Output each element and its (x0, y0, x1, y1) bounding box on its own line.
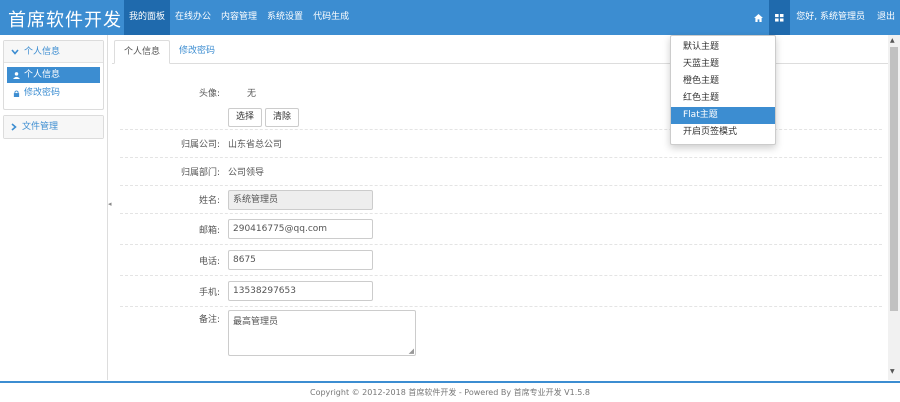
form-row-email: 邮箱: 290416775@qq.com (120, 214, 882, 245)
department-value: 公司领导 (228, 168, 265, 178)
top-right-menu: 您好, 系统管理员 退出 (748, 0, 900, 35)
name-label: 姓名: (198, 196, 220, 206)
sidebar-panel-personal-title: 个人信息 (24, 46, 61, 57)
scrollbar-thumb[interactable] (890, 47, 898, 311)
form-row-name: 姓名: 系统管理员 (120, 186, 882, 214)
phone-label: 电话: (198, 256, 220, 267)
theme-sky-blue[interactable]: 天蓝主题 (671, 56, 775, 73)
department-label: 归属部门: (180, 168, 220, 178)
phone-input[interactable]: 8675 (228, 250, 373, 270)
avatar-value: 无 (247, 89, 257, 99)
grid-icon (775, 13, 784, 22)
sidebar-panel-personal: 个人信息 个人信息 修改密码 (3, 40, 104, 110)
theme-default[interactable]: 默认主题 (671, 39, 775, 56)
company-label: 归属公司: (180, 140, 220, 150)
vertical-scrollbar[interactable]: ▲ ▼ (888, 35, 900, 380)
resize-grip-icon[interactable]: ◢ (409, 347, 414, 355)
sidebar-panel-files: 文件管理 (3, 115, 104, 139)
scroll-up-icon[interactable]: ▲ (890, 37, 895, 44)
scroll-down-icon[interactable]: ▼ (890, 368, 895, 375)
chevron-down-icon (11, 48, 19, 55)
mobile-label: 手机: (198, 287, 220, 298)
theme-switch-button[interactable] (769, 0, 791, 35)
collapse-left-icon[interactable]: ◂ (108, 200, 112, 208)
sidebar-panel-files-header[interactable]: 文件管理 (4, 116, 103, 138)
lock-icon (13, 90, 20, 97)
nav-code-generation[interactable]: 代码生成 (308, 0, 354, 35)
tab-change-password[interactable]: 修改密码 (170, 40, 224, 64)
email-input[interactable]: 290416775@qq.com (228, 219, 373, 239)
theme-orange[interactable]: 橙色主题 (671, 73, 775, 90)
form-row-phone: 电话: 8675 (120, 245, 882, 276)
clear-avatar-button[interactable]: 清除 (265, 108, 300, 127)
remarks-label: 备注: (198, 315, 220, 325)
top-navbar: 首席软件开发 我的面板 在线办公 内容管理 系统设置 代码生成 您好, 系统管理… (0, 0, 900, 35)
top-nav: 我的面板 在线办公 内容管理 系统设置 代码生成 (124, 0, 354, 35)
footer: Copyright © 2012-2018 首席软件开发 - Powered B… (0, 381, 900, 402)
email-label: 邮箱: (198, 225, 220, 236)
tab-personal-info[interactable]: 个人信息 (114, 40, 171, 64)
nav-my-panel[interactable]: 我的面板 (124, 0, 171, 35)
nav-online-office[interactable]: 在线办公 (170, 0, 216, 35)
sidebar-panel-files-title: 文件管理 (22, 122, 59, 132)
chevron-right-icon (11, 123, 17, 131)
main-content: 个人信息 修改密码 头像: 无 选择 清除 归属公司: 山东省总公司 归属部门: … (112, 35, 900, 380)
avatar-label: 头像: (198, 89, 220, 99)
toggle-tab-mode[interactable]: 开启页签模式 (671, 124, 775, 141)
sidebar-item-label: 个人信息 (24, 70, 61, 80)
user-greeting[interactable]: 您好, 系统管理员 (790, 0, 871, 35)
form-row-remarks: 备注: 最高管理员 ◢ (120, 307, 882, 359)
user-icon (13, 71, 20, 79)
home-button[interactable] (748, 0, 769, 35)
logout-link[interactable]: 退出 (871, 0, 900, 35)
nav-system-settings[interactable]: 系统设置 (262, 0, 308, 35)
form-row-department: 归属部门: 公司领导 (120, 158, 882, 186)
select-avatar-button[interactable]: 选择 (228, 108, 263, 127)
remarks-textarea[interactable]: 最高管理员 ◢ (228, 310, 416, 356)
sidebar: 个人信息 个人信息 修改密码 文件管理 (0, 35, 108, 380)
theme-flat[interactable]: Flat主题 (671, 107, 775, 124)
mobile-input[interactable]: 13538297653 (228, 281, 373, 301)
sidebar-item-change-password[interactable]: 修改密码 (7, 85, 100, 101)
sidebar-item-label: 修改密码 (24, 88, 61, 98)
company-value: 山东省总公司 (228, 140, 283, 150)
sidebar-item-personal-info[interactable]: 个人信息 (7, 67, 100, 83)
nav-content-management[interactable]: 内容管理 (216, 0, 262, 35)
form-row-mobile: 手机: 13538297653 (120, 276, 882, 307)
sidebar-panel-personal-header[interactable]: 个人信息 (4, 41, 103, 63)
remarks-text: 最高管理员 (233, 317, 279, 327)
theme-red[interactable]: 红色主题 (671, 90, 775, 107)
name-input: 系统管理员 (228, 189, 373, 210)
theme-dropdown-menu: 默认主题 天蓝主题 橙色主题 红色主题 Flat主题 开启页签模式 (670, 35, 776, 145)
brand-title[interactable]: 首席软件开发 (8, 6, 122, 32)
home-icon (754, 13, 764, 22)
